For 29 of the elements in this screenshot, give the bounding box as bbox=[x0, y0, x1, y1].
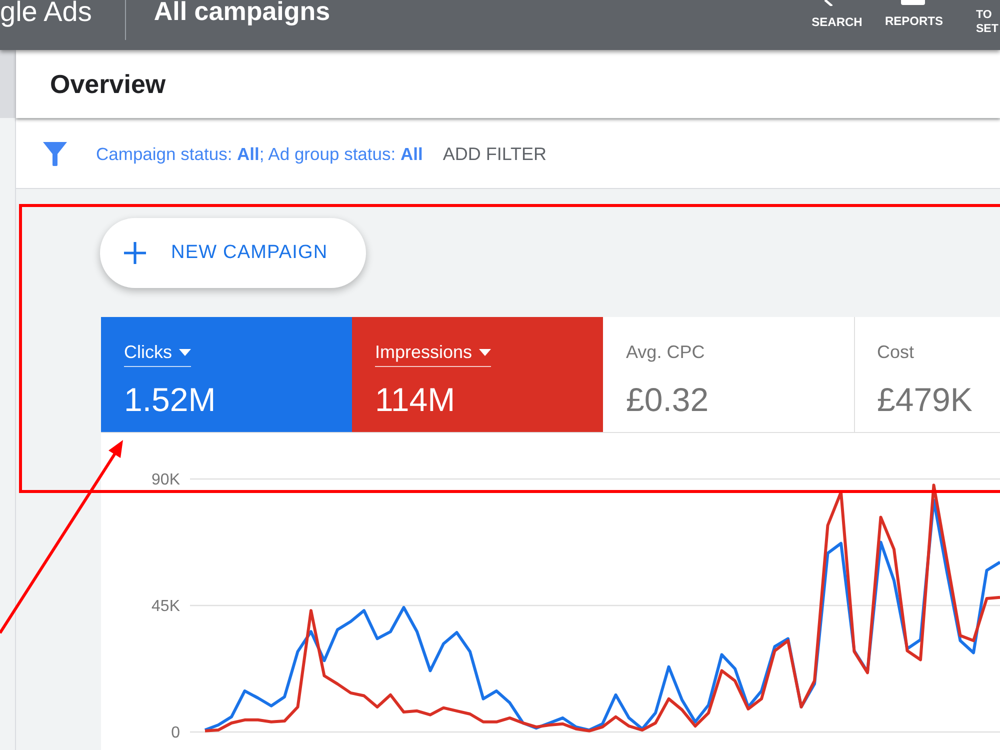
metric-value: £479K bbox=[877, 381, 972, 419]
metric-value: 1.52M bbox=[124, 381, 216, 419]
y-axis-label: 90K bbox=[152, 472, 180, 488]
caret-icon bbox=[479, 349, 492, 356]
y-axis-label: 0 bbox=[171, 724, 180, 742]
page-title: Overview bbox=[50, 68, 166, 100]
metric-label: Avg. CPC bbox=[626, 342, 705, 364]
metric-value: £0.32 bbox=[626, 381, 709, 419]
metric-dropdown[interactable]: Impressions bbox=[375, 342, 492, 367]
metric-label: Cost bbox=[877, 342, 914, 364]
sidebar-item[interactable] bbox=[0, 50, 15, 118]
metric-value: 114M bbox=[375, 381, 456, 419]
search-icon bbox=[824, 0, 834, 6]
logo-text: gle Ads bbox=[0, 0, 92, 26]
nav-button[interactable]: REPORTS bbox=[878, 0, 950, 28]
nav-button[interactable]: SEARCH bbox=[801, 0, 873, 29]
filter-icon bbox=[43, 142, 67, 166]
new-campaign-button[interactable]: NEW CAMPAIGN bbox=[100, 218, 366, 288]
metric-card[interactable]: Impressions 114M bbox=[352, 317, 603, 432]
add-filter-button[interactable]: ADD FILTER bbox=[442, 144, 547, 164]
filter-summary-link[interactable]: Campaign status: All; Ad group status: All bbox=[96, 144, 423, 164]
document-icon bbox=[901, 0, 925, 5]
metric-dropdown[interactable]: Clicks bbox=[124, 342, 191, 367]
account-title: All campaigns bbox=[154, 0, 330, 25]
caret-icon bbox=[179, 349, 191, 356]
nav-button[interactable]: TO SET bbox=[976, 0, 1000, 36]
metric-card[interactable]: Clicks 1.52M bbox=[101, 317, 352, 432]
plus-icon bbox=[124, 242, 146, 264]
y-axis-label: 45K bbox=[152, 598, 180, 615]
